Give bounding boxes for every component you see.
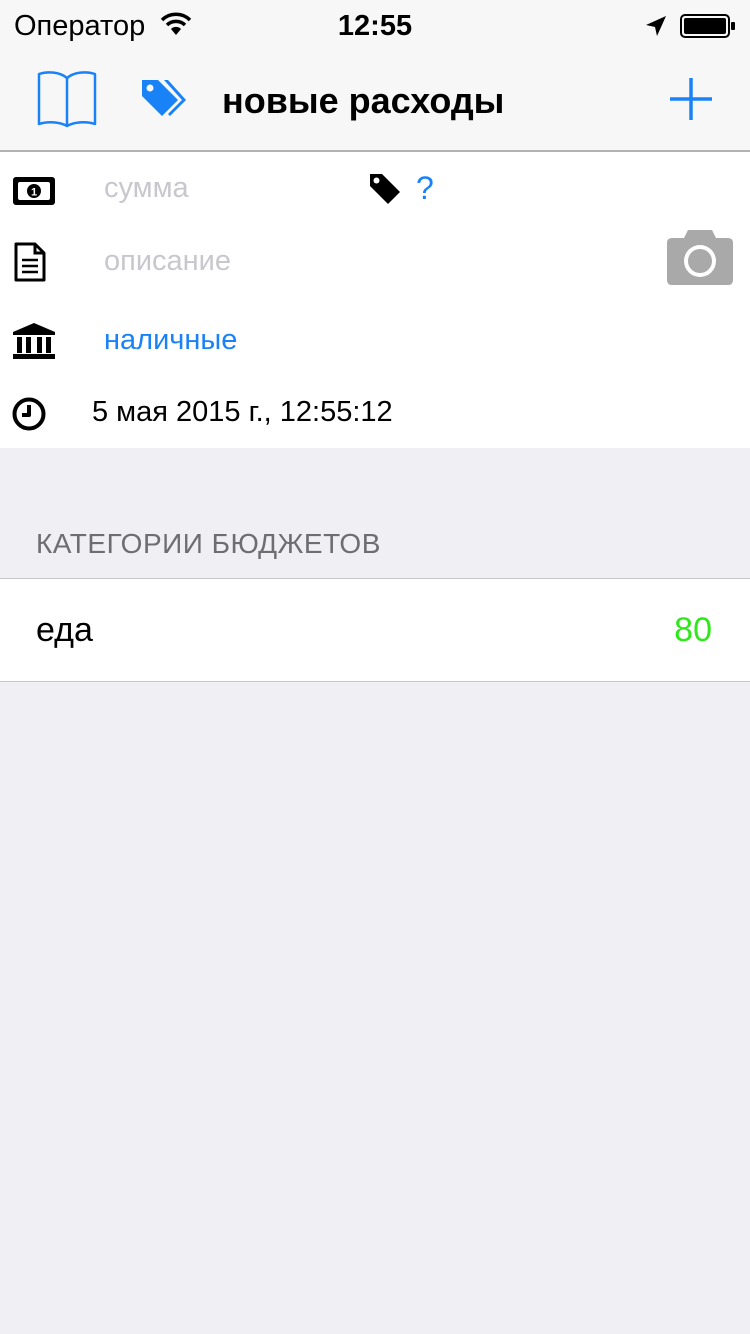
account-selector[interactable]: наличные [104,324,237,357]
location-arrow-icon [644,14,668,43]
tags-icon[interactable] [140,78,188,123]
expense-form: 1 сумма ? описание наличные 5 мая 2015 г… [0,152,750,448]
money-icon: 1 [12,176,56,211]
budget-category-value: 80 [674,611,712,649]
description-input[interactable]: описание [104,245,231,278]
list-item[interactable]: еда 80 [0,578,750,682]
amount-input[interactable]: сумма [104,172,189,205]
navigation-bar: новые расходы [0,52,750,152]
section-header-budget-categories: КАТЕГОРИИ БЮДЖЕТОВ [36,528,381,559]
tag-value[interactable]: ? [416,170,434,207]
page-title: новые расходы [222,80,505,121]
camera-icon[interactable] [666,228,734,291]
plus-icon[interactable] [668,76,714,127]
book-icon[interactable] [36,68,98,133]
clock-icon [12,397,46,436]
svg-text:1: 1 [31,187,37,199]
budget-category-label: еда [36,611,93,649]
clock-label: 12:55 [337,10,413,42]
status-bar: Оператор 12:55 [0,0,750,52]
document-icon [14,242,46,287]
bank-icon [12,322,56,365]
datetime-field[interactable]: 5 мая 2015 г., 12:55:12 [92,396,393,429]
battery-icon [680,14,736,43]
tag-icon[interactable] [368,172,402,211]
